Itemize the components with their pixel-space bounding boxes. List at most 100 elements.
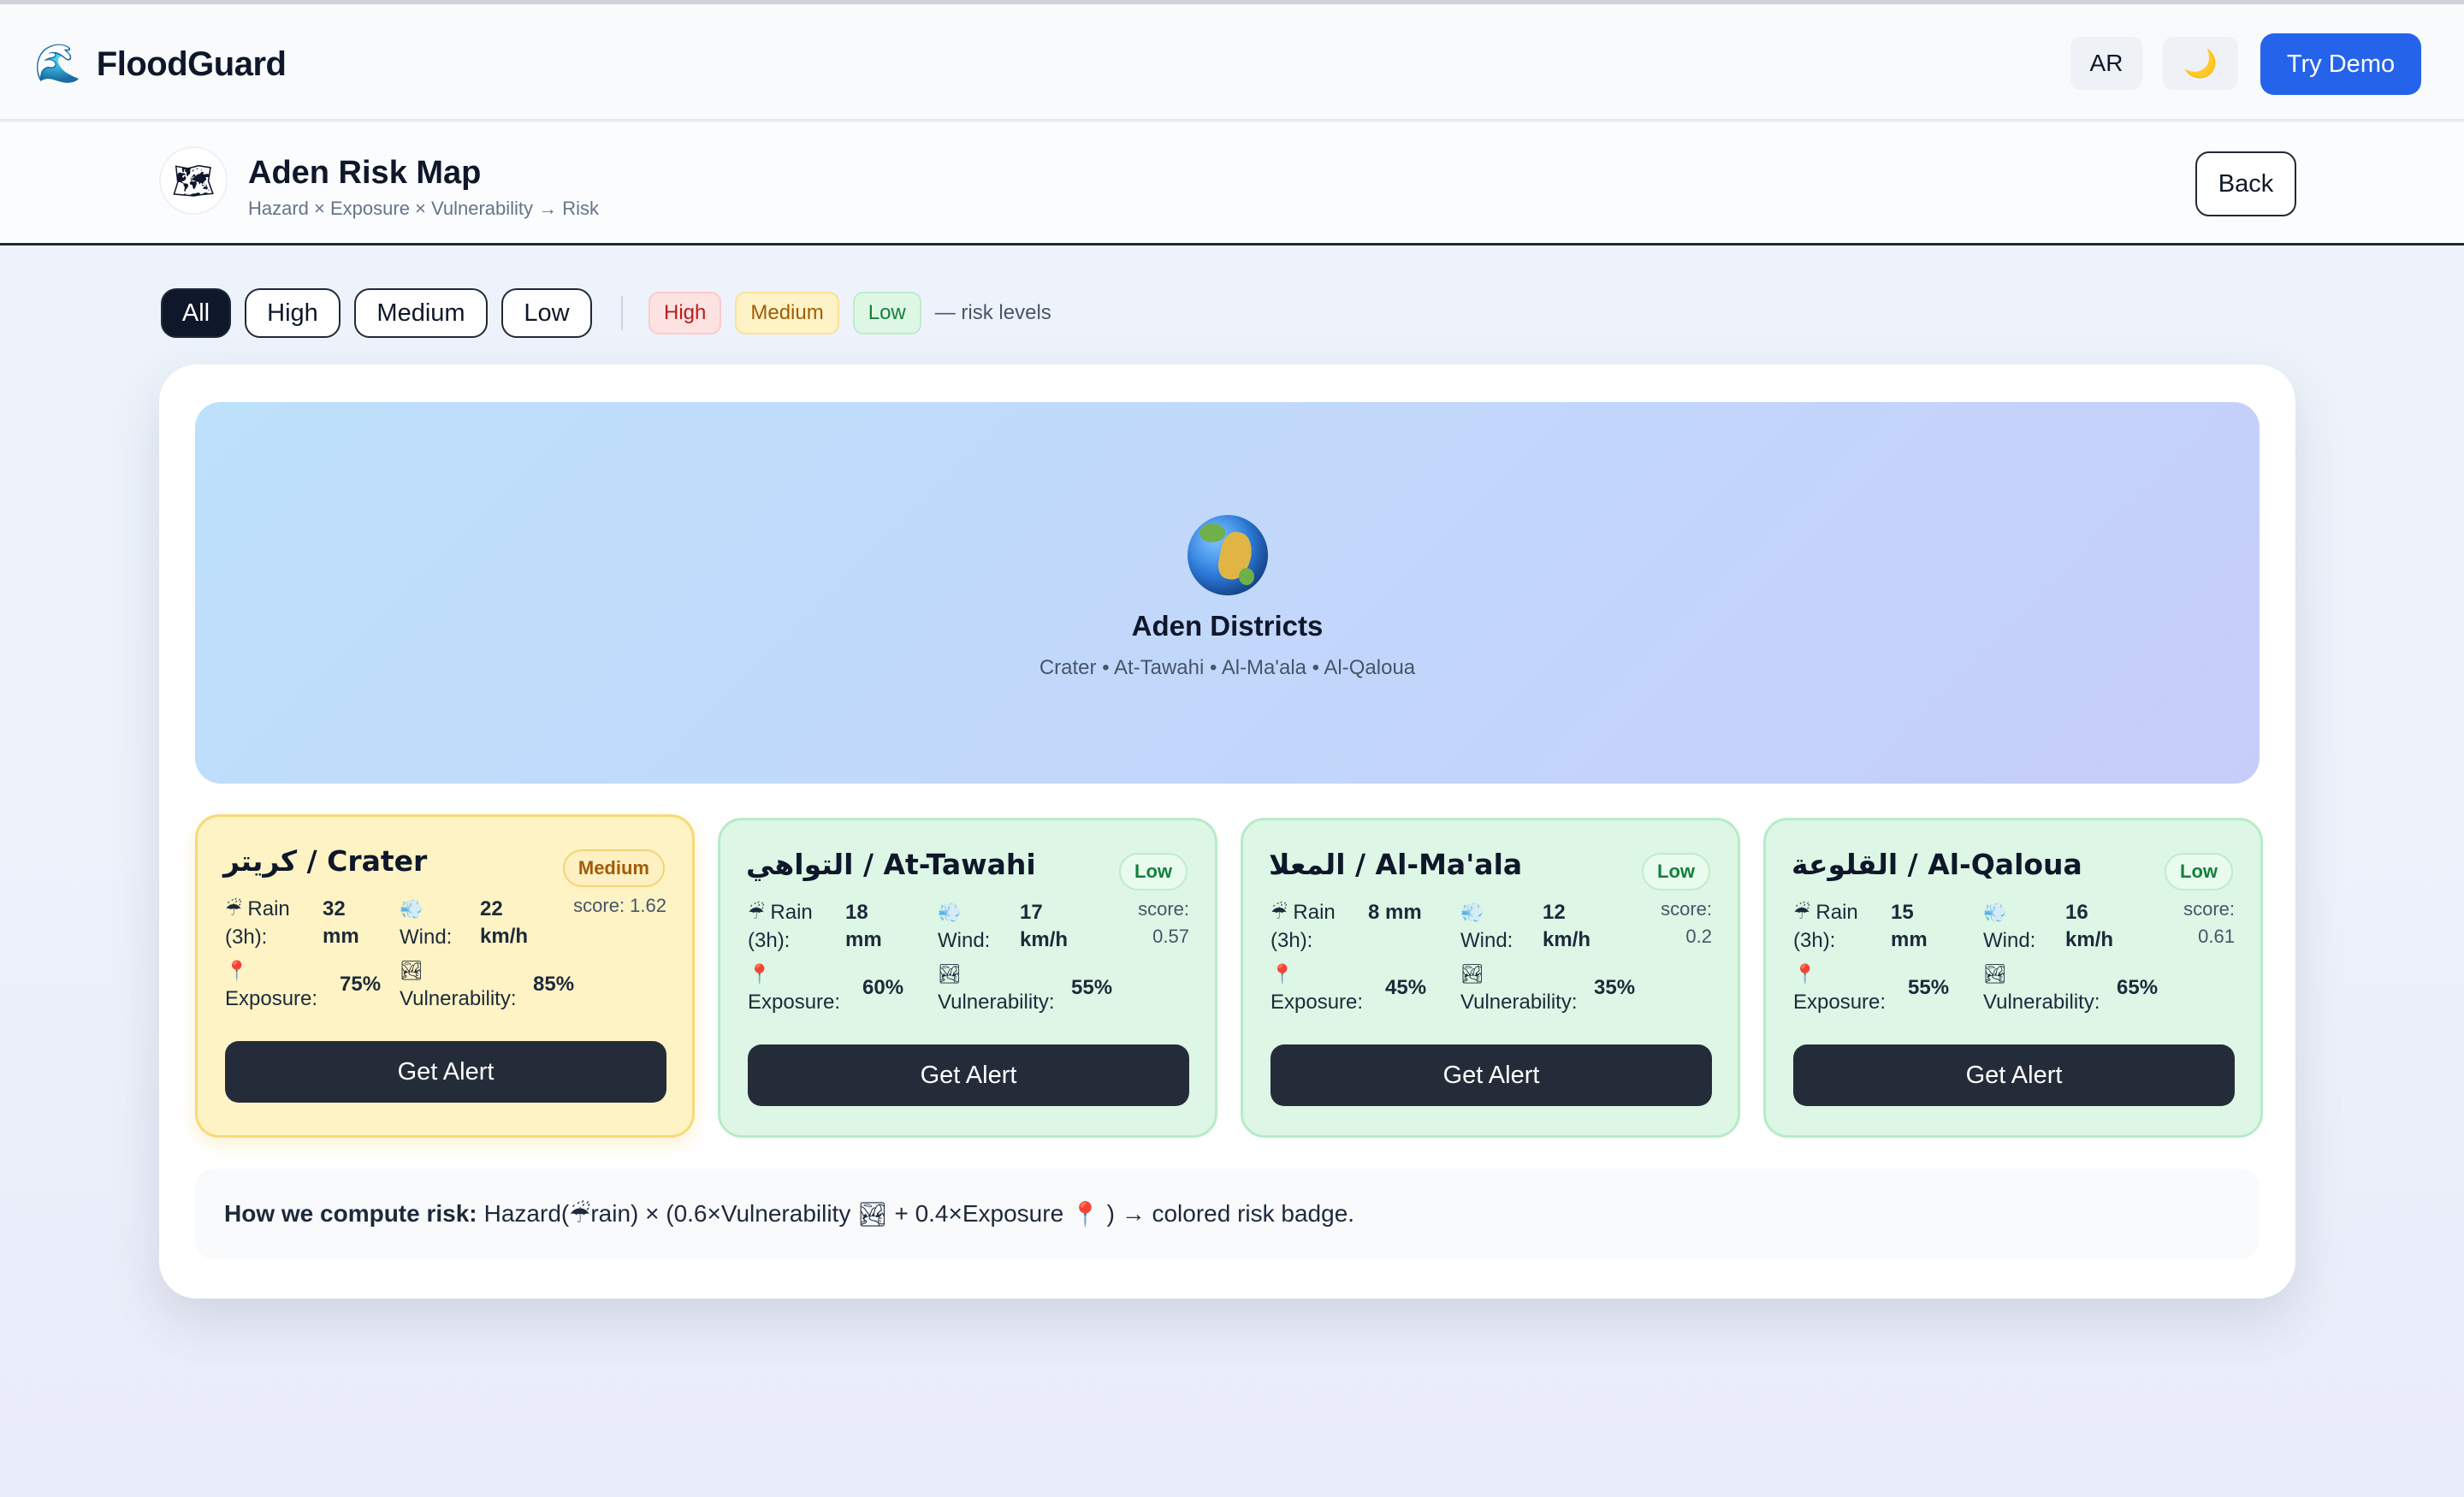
- wind-metric-label: 💨 Wind:: [400, 899, 453, 949]
- wind-icon: 💨: [938, 902, 962, 924]
- umbrella-icon: ☔: [225, 899, 242, 920]
- risk-map-panel: Aden Districts Crater • At-Tawahi • Al-M…: [159, 364, 2295, 1299]
- filter-medium-chip[interactable]: Medium: [354, 288, 488, 338]
- theme-toggle-button[interactable]: 🌙: [2163, 37, 2238, 90]
- page-subtitle: Hazard × Exposure × Vulnerability → Risk: [248, 198, 600, 219]
- pin-icon: 📍: [225, 961, 249, 982]
- filter-all-chip[interactable]: All: [161, 288, 231, 338]
- rain-value: 32 mm: [323, 897, 359, 948]
- risk-filter-bar: All High Medium Low High Medium Low — ri…: [161, 287, 1051, 339]
- get-alert-button[interactable]: Get Alert: [225, 1041, 666, 1103]
- rain-value: 8 mm: [1368, 901, 1422, 924]
- pin-icon: 📍: [748, 964, 772, 985]
- vulnerability-value: 35%: [1594, 976, 1636, 999]
- vulnerability-metric-label: 🏞 Vulnerability:: [1460, 964, 1578, 1014]
- legend-note: — risk levels: [934, 301, 1051, 324]
- brand[interactable]: 🌊 FloodGuard: [34, 42, 287, 86]
- pin-icon: 📍: [1793, 964, 1817, 985]
- page-title: Aden Risk Map: [248, 155, 482, 191]
- hero-subtitle: Crater • At-Tawahi • Al-Ma'ala • Al-Qalo…: [1039, 656, 1416, 679]
- rain-metric-label: ☔ Rain (3h):: [225, 897, 290, 949]
- legend-medium-badge: Medium: [735, 292, 839, 334]
- district-name: المعلا / Al-Ma'ala: [1269, 848, 1523, 881]
- district-card-al-qaloua[interactable]: القلوعة / Al-Qaloua Low score: 0.61 ☔ Ra…: [1763, 818, 2263, 1138]
- landscape-icon: 🏞: [1460, 964, 1484, 985]
- wind-value: 16 km/h: [2065, 901, 2114, 951]
- landscape-icon: 🏞: [938, 964, 962, 985]
- formula-part-4: ) → colored risk badge.: [1106, 1200, 1355, 1227]
- vulnerability-metric-label: 🏞 Vulnerability:: [1983, 964, 2100, 1014]
- filter-low-chip[interactable]: Low: [501, 288, 592, 338]
- get-alert-button[interactable]: Get Alert: [748, 1044, 1189, 1106]
- map-icon: 🗺: [159, 146, 228, 215]
- rain-value: 18 mm: [845, 901, 882, 951]
- district-card-at-tawahi[interactable]: التواهي / At-Tawahi Low score: 0.57 ☔ Ra…: [718, 818, 1217, 1138]
- umbrella-icon: ☔: [1270, 902, 1288, 924]
- get-alert-button[interactable]: Get Alert: [1793, 1044, 2235, 1106]
- umbrella-icon: ☔: [1793, 902, 1810, 924]
- formula-part-3: + 0.4×Exposure: [894, 1200, 1064, 1227]
- risk-formula-note: How we compute risk: Hazard( ☔ rain) × (…: [195, 1169, 2260, 1259]
- vulnerability-metric-label: 🏞 Vulnerability:: [400, 961, 517, 1010]
- pin-icon: 📍: [1069, 1199, 1100, 1228]
- wind-icon: 💨: [400, 899, 424, 920]
- risk-score: score: 0.2: [1661, 898, 1712, 947]
- exposure-metric-label: 📍 Exposure:: [1270, 964, 1364, 1014]
- pin-icon: 📍: [1270, 964, 1294, 985]
- district-card-al-maala[interactable]: المعلا / Al-Ma'ala Low score: 0.2 ☔ Rain…: [1241, 818, 1740, 1138]
- wind-value: 22 km/h: [480, 897, 529, 948]
- district-card-crater[interactable]: كريتر / Crater Medium score: 1.62 ☔ Rain…: [195, 814, 695, 1138]
- wave-icon: 🌊: [34, 42, 81, 86]
- risk-badge: Low: [1642, 853, 1710, 891]
- brand-name: FloodGuard: [96, 44, 287, 83]
- exposure-metric-label: 📍 Exposure:: [225, 961, 318, 1010]
- landscape-icon: 🏞: [1983, 964, 2007, 985]
- district-name: كريتر / Crater: [223, 844, 428, 878]
- vulnerability-value: 55%: [1071, 976, 1113, 999]
- try-demo-button[interactable]: Try Demo: [2260, 33, 2421, 95]
- moon-icon: 🌙: [2183, 47, 2218, 80]
- rain-metric-label: ☔ Rain (3h):: [1270, 901, 1336, 952]
- wind-metric-label: 💨 Wind:: [1983, 902, 2036, 952]
- wind-value: 17 km/h: [1020, 901, 1069, 951]
- globe-icon: [1188, 515, 1268, 595]
- wind-icon: 💨: [1460, 902, 1484, 924]
- risk-badge: Low: [2165, 853, 2233, 891]
- formula-part-1: Hazard(: [483, 1200, 570, 1227]
- risk-score: score: 0.61: [2183, 898, 2235, 947]
- landscape-icon: 🏞: [857, 1199, 888, 1228]
- formula-part-2: rain) × (0.6×Vulnerability: [590, 1200, 851, 1227]
- filter-divider: [621, 296, 623, 330]
- vulnerability-value: 65%: [2117, 976, 2159, 999]
- wind-icon: 💨: [1983, 902, 2007, 924]
- risk-score: score: 0.57: [1138, 898, 1189, 947]
- exposure-value: 75%: [340, 973, 382, 996]
- wind-metric-label: 💨 Wind:: [938, 902, 991, 952]
- legend-high-badge: High: [649, 292, 722, 334]
- exposure-value: 55%: [1908, 976, 1950, 999]
- language-toggle-button[interactable]: AR: [2070, 37, 2142, 90]
- district-name: القلوعة / Al-Qaloua: [1792, 848, 2082, 881]
- umbrella-icon: ☔: [569, 1199, 591, 1228]
- risk-score: score: 1.62: [573, 895, 666, 916]
- wind-metric-label: 💨 Wind:: [1460, 902, 1513, 952]
- exposure-metric-label: 📍 Exposure:: [1793, 964, 1886, 1014]
- page-header: 🗺 Aden Risk Map Hazard × Exposure × Vuln…: [0, 122, 2464, 246]
- risk-badge: Medium: [562, 849, 665, 887]
- top-navbar: 🌊 FloodGuard AR 🌙 Try Demo: [0, 4, 2464, 121]
- get-alert-button[interactable]: Get Alert: [1270, 1044, 1712, 1106]
- umbrella-icon: ☔: [748, 902, 765, 924]
- districts-hero-map[interactable]: Aden Districts Crater • At-Tawahi • Al-M…: [195, 402, 2260, 784]
- exposure-metric-label: 📍 Exposure:: [748, 964, 841, 1014]
- district-name: التواهي / At-Tawahi: [746, 848, 1036, 881]
- filter-high-chip[interactable]: High: [245, 288, 341, 338]
- back-button[interactable]: Back: [2195, 151, 2296, 216]
- vulnerability-value: 85%: [533, 973, 575, 996]
- formula-label: How we compute risk:: [224, 1200, 477, 1227]
- exposure-value: 60%: [862, 976, 904, 999]
- exposure-value: 45%: [1385, 976, 1427, 999]
- legend-low-badge: Low: [852, 292, 921, 334]
- vulnerability-metric-label: 🏞 Vulnerability:: [938, 964, 1055, 1014]
- rain-metric-label: ☔ Rain (3h):: [1793, 901, 1858, 952]
- landscape-icon: 🏞: [400, 961, 424, 982]
